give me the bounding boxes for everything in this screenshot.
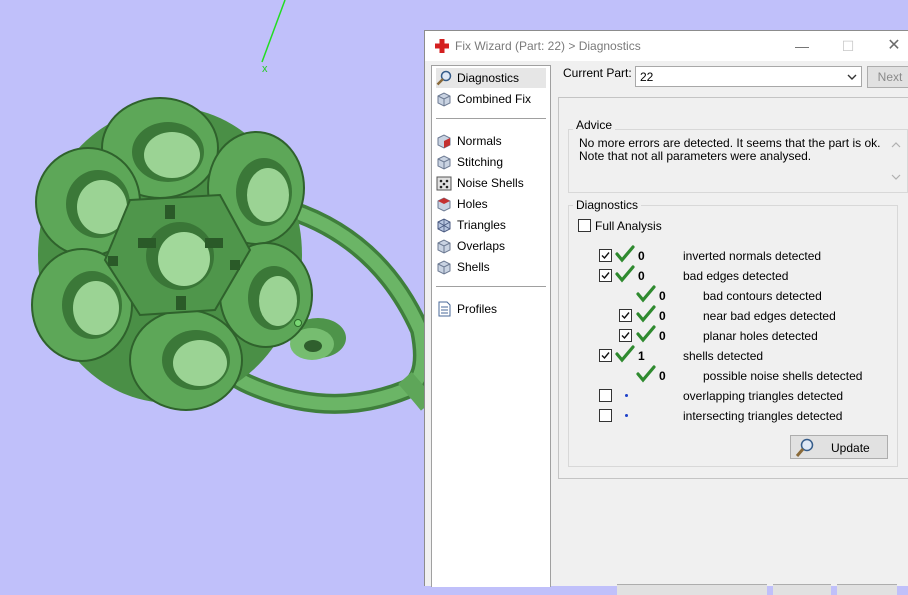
green-check-icon xyxy=(636,305,656,323)
stitching-cube-icon xyxy=(437,155,451,170)
nav-item-stitching[interactable]: Stitching xyxy=(436,152,546,172)
intersecting-triangles-checkbox[interactable] xyxy=(599,409,612,422)
triangles-cube-icon xyxy=(437,218,451,233)
nav-item-triangles[interactable]: Triangles xyxy=(436,215,546,235)
update-button-label: Update xyxy=(831,441,870,455)
pending-dot-icon xyxy=(625,394,628,397)
nav-item-combined-fix[interactable]: Combined Fix xyxy=(436,89,546,109)
normals-cube-icon xyxy=(437,134,451,149)
current-part-value: 22 xyxy=(640,70,654,84)
nav-item-noise-shells[interactable]: Noise Shells xyxy=(436,173,546,193)
bad-contours-label: bad contours detected xyxy=(703,289,822,303)
planar-holes-checkbox[interactable] xyxy=(619,329,632,342)
x-axis-label: x xyxy=(262,63,268,75)
shells-checkbox[interactable] xyxy=(599,349,612,362)
shells-count: 1 xyxy=(638,349,645,363)
nav-label: Combined Fix xyxy=(457,92,532,106)
near-bad-edges-count: 0 xyxy=(659,309,666,323)
nav-label: Overlaps xyxy=(457,239,506,253)
close-button[interactable]: ✕ xyxy=(871,31,908,61)
magnifier-icon xyxy=(795,438,814,457)
advice-scrollbar[interactable] xyxy=(888,137,904,185)
noise-shells-count: 0 xyxy=(659,369,666,383)
inverted-normals-count: 0 xyxy=(638,249,645,263)
nav-item-overlaps[interactable]: Overlaps xyxy=(436,236,546,256)
cube-icon xyxy=(437,92,451,107)
nav-label: Holes xyxy=(457,197,488,211)
planar-holes-count: 0 xyxy=(659,329,666,343)
shells-label: shells detected xyxy=(683,349,764,363)
bad-contours-count: 0 xyxy=(659,289,666,303)
fix-wizard-window: Fix Wizard (Part: 22) > Diagnostics — ☐ … xyxy=(424,30,908,595)
nav-label: Noise Shells xyxy=(457,176,524,190)
inverted-normals-checkbox[interactable] xyxy=(599,249,612,262)
holes-cube-icon xyxy=(437,197,451,212)
nav-item-normals[interactable]: Normals xyxy=(436,131,546,151)
window-titlebar[interactable]: Fix Wizard (Part: 22) > Diagnostics — ☐ … xyxy=(425,31,908,61)
nav-label: Shells xyxy=(457,260,490,274)
bad-edges-checkbox[interactable] xyxy=(599,269,612,282)
overlapping-triangles-checkbox[interactable] xyxy=(599,389,612,402)
update-button[interactable]: Update xyxy=(790,435,888,459)
overlaps-cube-icon xyxy=(437,239,451,254)
green-check-icon xyxy=(636,285,656,303)
nav-label: Triangles xyxy=(457,218,506,232)
scroll-up-icon xyxy=(891,142,901,148)
bad-edges-label: bad edges detected xyxy=(683,269,789,283)
overlapping-triangles-label: overlapping triangles detected xyxy=(683,389,844,403)
magnifier-icon xyxy=(436,70,452,86)
nav-item-holes[interactable]: Holes xyxy=(436,194,546,214)
inverted-normals-label: inverted normals detected xyxy=(683,249,822,263)
scroll-down-icon xyxy=(891,174,901,180)
pending-dot-icon xyxy=(625,414,628,417)
nav-label: Stitching xyxy=(457,155,504,169)
advice-text: No more errors are detected. It seems th… xyxy=(579,137,885,185)
nav-divider xyxy=(436,118,546,119)
current-part-label: Current Part: xyxy=(563,66,632,80)
x-axis-line xyxy=(261,0,286,63)
full-analysis-checkbox[interactable] xyxy=(578,219,591,232)
nav-divider xyxy=(436,286,546,287)
maximize-button[interactable]: ☐ xyxy=(825,31,871,61)
green-check-icon xyxy=(636,325,656,343)
diagnostics-group-title: Diagnostics xyxy=(573,198,642,212)
near-bad-edges-label: near bad edges detected xyxy=(703,309,836,323)
green-check-icon xyxy=(615,265,635,283)
shells-cube-icon xyxy=(437,260,451,275)
bad-edges-count: 0 xyxy=(638,269,645,283)
chevron-down-icon xyxy=(847,74,857,80)
minimize-button[interactable]: — xyxy=(779,31,825,61)
wizard-nav-panel: Diagnostics Combined Fix Normals Stitchi… xyxy=(431,65,551,587)
nav-item-profiles[interactable]: Profiles xyxy=(436,299,546,319)
document-icon xyxy=(438,301,451,317)
red-cross-icon xyxy=(435,39,449,53)
advice-line-2: Note that not all parameters were analys… xyxy=(579,149,812,163)
nav-label: Normals xyxy=(457,134,502,148)
dice-icon xyxy=(436,176,452,191)
nav-item-diagnostics[interactable]: Diagnostics xyxy=(436,68,546,88)
intersecting-triangles-label: intersecting triangles detected xyxy=(683,409,843,423)
next-button[interactable]: Next xyxy=(867,66,908,88)
nav-label: Diagnostics xyxy=(457,71,520,85)
window-title: Fix Wizard (Part: 22) > Diagnostics xyxy=(455,39,641,53)
nav-label: Profiles xyxy=(457,302,498,316)
green-check-icon xyxy=(636,365,656,383)
nav-item-shells[interactable]: Shells xyxy=(436,257,546,277)
planar-holes-label: planar holes detected xyxy=(703,329,818,343)
green-check-icon xyxy=(615,345,635,363)
full-analysis-label: Full Analysis xyxy=(595,219,662,233)
green-check-icon xyxy=(615,245,635,263)
noise-shells-label: possible noise shells detected xyxy=(703,369,863,383)
current-part-select[interactable]: 22 xyxy=(635,66,862,87)
advice-group-title: Advice xyxy=(573,118,616,132)
near-bad-edges-checkbox[interactable] xyxy=(619,309,632,322)
